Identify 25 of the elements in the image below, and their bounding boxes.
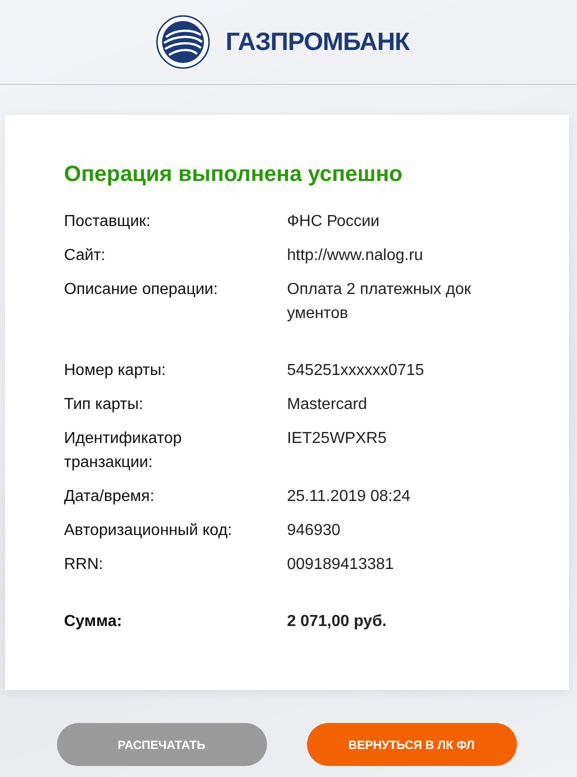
field-label: Описание операции: — [64, 280, 219, 300]
bank-logo-text: ГАЗПРОМБАНК — [226, 28, 410, 56]
field-value: ФНС России — [287, 212, 380, 232]
field-value: Mastercard — [287, 395, 368, 415]
field-label: Номер карты: — [64, 361, 167, 381]
field-value: 009189413381 — [287, 555, 395, 575]
total-label: Сумма: — [64, 612, 123, 632]
status-title: Операция выполнена успешно — [64, 160, 404, 188]
field-value: Оплата 2 платежных док ументов — [287, 280, 472, 324]
field-label: Авторизационный код: — [64, 521, 233, 541]
field-label: Идентификатор транзакции: — [64, 429, 183, 473]
field-label: Тип карты: — [64, 395, 144, 415]
field-value: 25.11.2019 08:24 — [287, 487, 412, 507]
field-value: 946930 — [287, 521, 342, 541]
field-label: Поставщик: — [64, 212, 152, 232]
field-label: RRN: — [64, 555, 104, 575]
field-value: http://www.nalog.ru — [287, 246, 424, 266]
field-value: IET25WPXR5 — [287, 429, 388, 449]
print-button[interactable]: РАСПЕЧАТАТЬ — [56, 723, 266, 766]
field-label: Сайт: — [64, 246, 106, 266]
field-value: 545251xxxxxx0715 — [287, 361, 425, 381]
return-button[interactable]: ВЕРНУТЬСЯ В ЛК ФЛ — [306, 723, 516, 766]
total-amount: 2 071,00 руб. — [287, 612, 388, 632]
field-label: Дата/время: — [64, 487, 156, 507]
globe-logo-icon — [156, 15, 210, 69]
